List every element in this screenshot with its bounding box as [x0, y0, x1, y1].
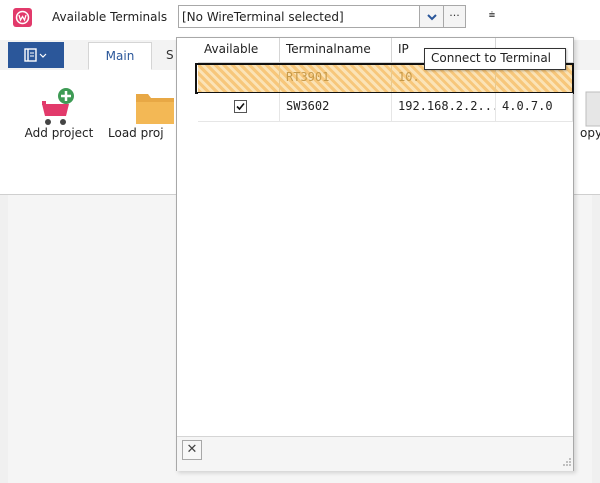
menu-icon: [24, 48, 47, 62]
available-checkbox[interactable]: [234, 100, 247, 113]
load-project-label: Load proj: [108, 126, 164, 140]
chevron-down-icon[interactable]: [419, 6, 443, 27]
row-ip-cell: 192.168.2.2...: [392, 93, 496, 121]
add-cart-icon: [18, 78, 100, 126]
row-available-cell: [198, 93, 280, 121]
load-project-button[interactable]: Load proj: [108, 78, 176, 140]
tab-main[interactable]: Main: [88, 42, 152, 70]
customize-toolbar-icon[interactable]: ⩧: [485, 9, 499, 23]
add-project-label: Add project: [24, 126, 94, 140]
copy-icon: [580, 78, 600, 127]
browse-terminals-button[interactable]: ···: [444, 5, 466, 28]
checkmark-icon: [236, 102, 245, 111]
terminal-row-sw3602[interactable]: SW3602 192.168.2.2... 4.0.7.0: [198, 93, 573, 122]
row-terminalname-cell: SW3602: [280, 93, 392, 121]
column-header-available[interactable]: Available: [198, 38, 280, 62]
connect-tooltip: Connect to Terminal: [424, 48, 566, 70]
app-logo-icon: [13, 8, 32, 27]
row-version-cell: 4.0.7.0: [496, 93, 573, 121]
file-menu-button[interactable]: [8, 42, 64, 68]
close-dropdown-button[interactable]: ✕: [182, 440, 202, 460]
terminal-select-value: [No WireTerminal selected]: [182, 10, 344, 24]
available-terminals-label: Available Terminals: [52, 10, 168, 24]
folder-icon: [108, 78, 176, 126]
copy-project-button[interactable]: opy c: [580, 78, 600, 140]
column-header-terminalname[interactable]: Terminalname: [280, 38, 392, 62]
tab-s[interactable]: S: [152, 42, 176, 70]
dropdown-footer: [177, 436, 573, 471]
resize-grip-icon[interactable]: [560, 455, 572, 467]
add-project-button[interactable]: Add project: [18, 78, 100, 140]
terminal-select[interactable]: [No WireTerminal selected]: [178, 5, 444, 28]
